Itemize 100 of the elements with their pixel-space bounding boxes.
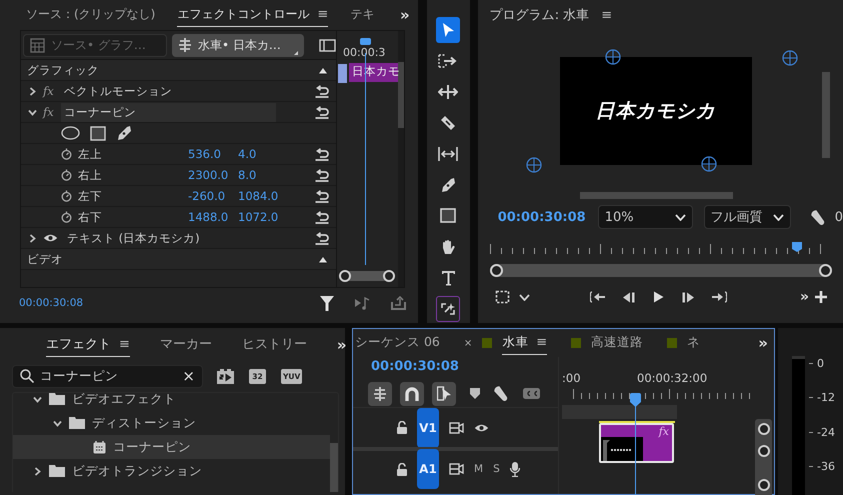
tree-item[interactable]: ビデオトランジション bbox=[13, 459, 330, 483]
ellipse-mask-icon[interactable] bbox=[61, 126, 80, 140]
play-icon[interactable] bbox=[652, 291, 664, 303]
y-value[interactable]: 1084.0 bbox=[238, 189, 288, 203]
clip-selector[interactable]: 水車• 日本カ… bbox=[172, 34, 304, 56]
step-back-icon[interactable] bbox=[622, 292, 635, 302]
pen-icon[interactable] bbox=[116, 125, 132, 141]
video-clip[interactable]: fx bbox=[599, 423, 674, 463]
wrench-icon[interactable] bbox=[494, 386, 509, 401]
search-field[interactable]: コーナーピン × bbox=[12, 364, 203, 388]
timecode[interactable]: 00:00:30:08 bbox=[353, 357, 558, 380]
timecode[interactable]: 00:00:30:08 bbox=[498, 210, 598, 224]
panel-toggle-icon[interactable] bbox=[319, 38, 336, 52]
mute-button[interactable]: M bbox=[474, 463, 484, 475]
reset-icon[interactable] bbox=[314, 232, 330, 244]
stopwatch-icon[interactable] bbox=[61, 148, 72, 160]
tree-item[interactable]: ディストーション bbox=[13, 411, 330, 435]
linked-selection-button[interactable] bbox=[432, 382, 456, 406]
playhead[interactable] bbox=[360, 38, 371, 45]
scrollbar[interactable] bbox=[330, 443, 338, 492]
play-audio-icon[interactable] bbox=[354, 296, 371, 310]
chevron-right-icon[interactable] bbox=[33, 466, 42, 476]
corner-pin-handle[interactable] bbox=[526, 157, 542, 173]
zoom-scrollbar[interactable] bbox=[490, 264, 832, 277]
zoom-dropdown[interactable]: 10% bbox=[598, 205, 693, 229]
reset-icon[interactable] bbox=[314, 210, 330, 224]
panel-tab[interactable]: ヒストリー bbox=[242, 333, 307, 357]
corner-pin-handle[interactable] bbox=[782, 50, 798, 66]
stopwatch-icon[interactable] bbox=[61, 169, 72, 181]
nest-button[interactable] bbox=[368, 382, 392, 406]
rectangle-mask-icon[interactable] bbox=[90, 126, 106, 140]
chevron-down-icon[interactable] bbox=[518, 294, 530, 300]
overflow-menu[interactable]: » bbox=[400, 6, 410, 24]
corner-pin-handle[interactable] bbox=[700, 156, 717, 172]
reset-icon[interactable] bbox=[314, 84, 330, 98]
export-icon[interactable] bbox=[390, 296, 406, 310]
effect-name[interactable]: コーナーピン bbox=[61, 102, 276, 122]
y-value[interactable]: 4.0 bbox=[238, 147, 288, 161]
panel-tab[interactable]: エフェクト ≡ bbox=[46, 333, 130, 357]
track-target-button[interactable]: V1 bbox=[417, 408, 439, 448]
reset-icon[interactable] bbox=[314, 190, 330, 202]
chevron-down-icon[interactable] bbox=[53, 418, 62, 428]
go-to-in-icon[interactable] bbox=[590, 291, 605, 303]
plus-icon[interactable] bbox=[815, 291, 827, 303]
tool-button[interactable] bbox=[436, 17, 460, 43]
filter-icon[interactable] bbox=[320, 296, 334, 310]
panel-tab[interactable]: エフェクトコントロール ≡ bbox=[177, 4, 328, 26]
stopwatch-icon[interactable] bbox=[61, 211, 72, 223]
tool-button[interactable] bbox=[436, 296, 460, 322]
panel-menu[interactable]: ≡ bbox=[601, 8, 612, 22]
y-value[interactable]: 1072.0 bbox=[238, 210, 288, 224]
collapse-triangle-icon[interactable] bbox=[318, 256, 328, 262]
go-to-out-icon[interactable] bbox=[712, 291, 727, 303]
solo-button[interactable]: S bbox=[493, 463, 500, 475]
quality-dropdown[interactable]: フル画質 bbox=[704, 205, 791, 229]
track-output-icon[interactable] bbox=[449, 463, 464, 475]
panel-tab[interactable]: ソース：(クリップなし) bbox=[26, 4, 156, 26]
playhead[interactable] bbox=[792, 242, 802, 252]
reset-icon[interactable] bbox=[314, 106, 330, 118]
chevron-down-icon[interactable] bbox=[28, 108, 37, 116]
snap-button[interactable] bbox=[400, 382, 424, 406]
overflow-menu[interactable]: » bbox=[800, 289, 809, 305]
x-value[interactable]: 1488.0 bbox=[188, 210, 238, 224]
tree-item[interactable]: コーナーピン bbox=[13, 435, 330, 459]
y-value[interactable]: 8.0 bbox=[238, 168, 288, 182]
scrollbar[interactable] bbox=[580, 192, 733, 199]
marker-icon[interactable] bbox=[470, 388, 480, 399]
accelerated-effects-icon[interactable] bbox=[217, 368, 234, 384]
microphone-icon[interactable] bbox=[510, 462, 520, 476]
reset-icon[interactable] bbox=[314, 148, 330, 160]
sequence-tab[interactable]: 高速道路 bbox=[591, 332, 644, 354]
captions-icon[interactable] bbox=[523, 388, 540, 399]
clear-button[interactable]: × bbox=[182, 367, 195, 385]
chevron-down-icon[interactable] bbox=[33, 394, 42, 404]
x-value[interactable]: 2300.0 bbox=[188, 168, 238, 182]
overflow-menu[interactable]: » bbox=[758, 334, 768, 352]
panel-tab[interactable]: テキ bbox=[350, 4, 374, 26]
step-forward-icon[interactable] bbox=[682, 292, 694, 302]
effect-name[interactable]: ベクトルモーション bbox=[61, 82, 308, 100]
chevron-right-icon[interactable] bbox=[28, 234, 37, 242]
playhead[interactable] bbox=[630, 393, 641, 407]
overflow-menu[interactable]: » bbox=[336, 336, 347, 354]
sequence-tab[interactable]: 水車 ≡ bbox=[502, 332, 548, 354]
scrollbar[interactable] bbox=[398, 31, 404, 287]
sequence-tab[interactable]: シーケンス 06 bbox=[355, 332, 440, 354]
track-output-icon[interactable] bbox=[449, 422, 464, 434]
track-target-button[interactable]: A1 bbox=[417, 449, 439, 489]
chevron-right-icon[interactable] bbox=[28, 86, 37, 96]
stopwatch-icon[interactable] bbox=[61, 190, 72, 202]
zoom-scrollbar[interactable] bbox=[339, 271, 395, 281]
collapse-triangle-icon[interactable] bbox=[318, 66, 328, 74]
wrench-icon[interactable] bbox=[810, 210, 826, 224]
eye-icon[interactable] bbox=[43, 233, 58, 243]
scrollbar[interactable] bbox=[822, 72, 830, 158]
panel-tab[interactable]: マーカー bbox=[160, 333, 212, 357]
close-button[interactable]: × bbox=[464, 338, 472, 348]
reset-icon[interactable] bbox=[314, 168, 330, 182]
lock-icon[interactable] bbox=[397, 462, 407, 476]
effect-name[interactable]: テキスト (日本カモシカ) bbox=[64, 228, 308, 248]
safe-margins-button[interactable] bbox=[494, 290, 510, 304]
